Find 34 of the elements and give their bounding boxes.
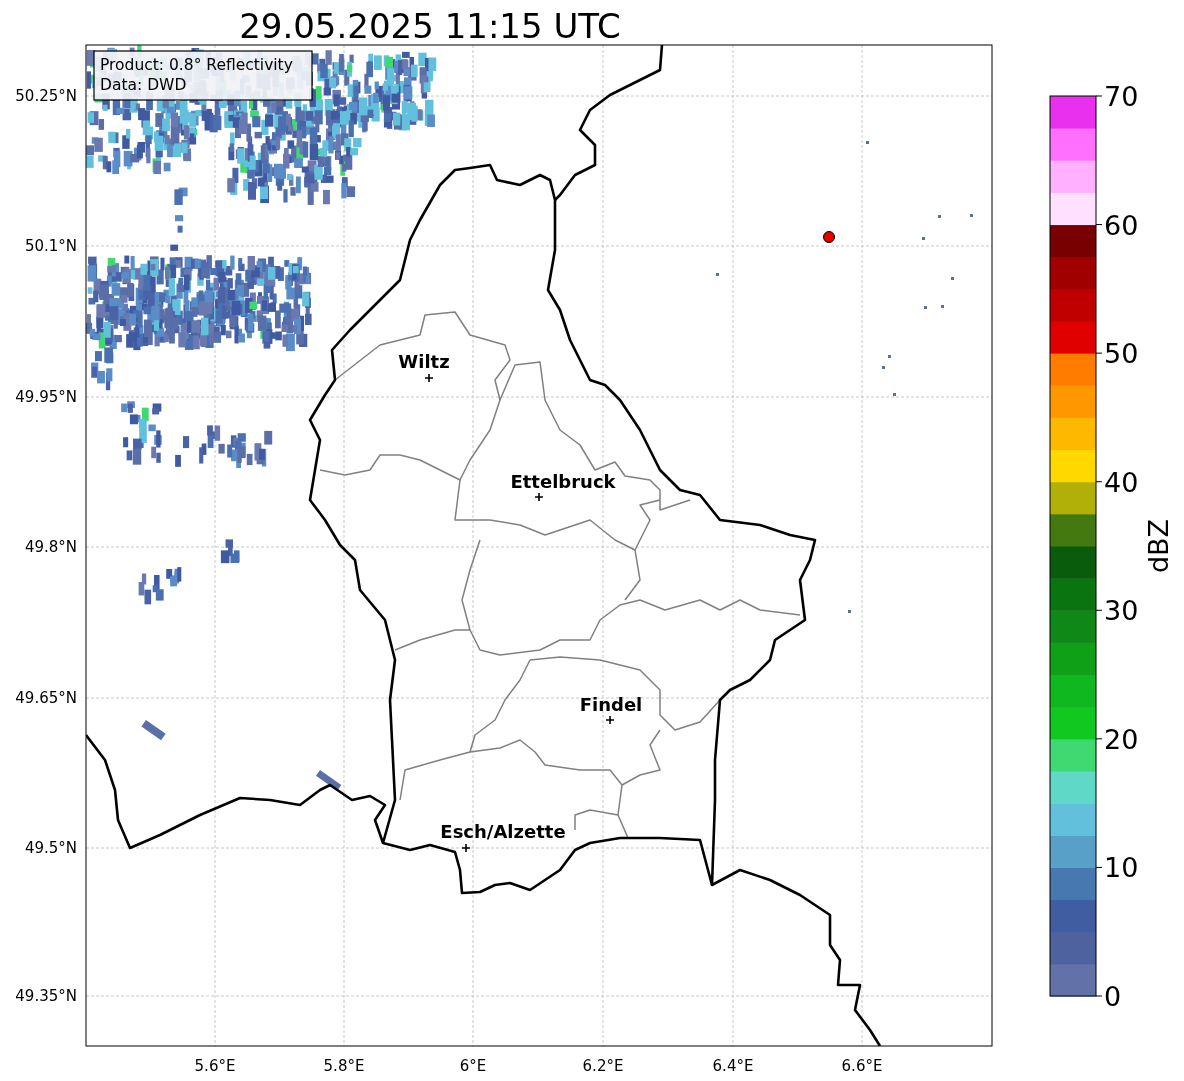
colorbar-tick-label: 60 (1104, 209, 1139, 241)
latitude-label: 49.65°N (15, 689, 77, 707)
info-text: Data: DWD (100, 76, 187, 94)
colorbar-tick-label: 10 (1104, 852, 1139, 884)
city-marker-icon (534, 492, 544, 502)
colorbar-tick-label: 40 (1104, 466, 1139, 498)
latitude-label: 49.5°N (24, 839, 77, 857)
latitude-label: 50.25°N (15, 87, 77, 105)
city-label: Ettelbruck (510, 471, 616, 492)
latitude-label: 49.35°N (15, 987, 77, 1005)
colorbar-tick-label: 0 (1104, 981, 1122, 1012)
colorbar-tick-label: 20 (1104, 723, 1139, 755)
longitude-label: 6.2°E (582, 1057, 624, 1075)
colorbar-tick-label: 50 (1104, 338, 1139, 370)
location-marker (823, 231, 835, 243)
city-marker-icon (424, 373, 434, 383)
info-text: Product: 0.8° Reflectivity (100, 56, 293, 74)
colorbar-label: dBZ (1143, 518, 1174, 574)
longitude-label: 6.4°E (712, 1057, 754, 1075)
colorbar-tick-label: 30 (1104, 595, 1139, 627)
latitude-label: 49.95°N (15, 388, 77, 406)
longitude-label: 6°E (459, 1057, 487, 1075)
latitude-label: 50.1°N (24, 237, 77, 255)
latitude-label: 49.8°N (24, 538, 77, 556)
longitude-label: 6.6°E (841, 1057, 883, 1075)
colorbar-tick-label: 70 (1104, 81, 1139, 112)
city-marker-icon (605, 715, 615, 725)
city-label: Esch/Alzette (440, 821, 566, 842)
city-label: Findel (579, 694, 643, 715)
city-marker-icon (461, 843, 471, 853)
longitude-label: 5.8°E (323, 1057, 365, 1075)
chart-title: 29.05.2025 11:15 UTC (239, 6, 621, 46)
city-label: Wiltz (398, 351, 450, 372)
longitude-label: 5.6°E (194, 1057, 236, 1075)
